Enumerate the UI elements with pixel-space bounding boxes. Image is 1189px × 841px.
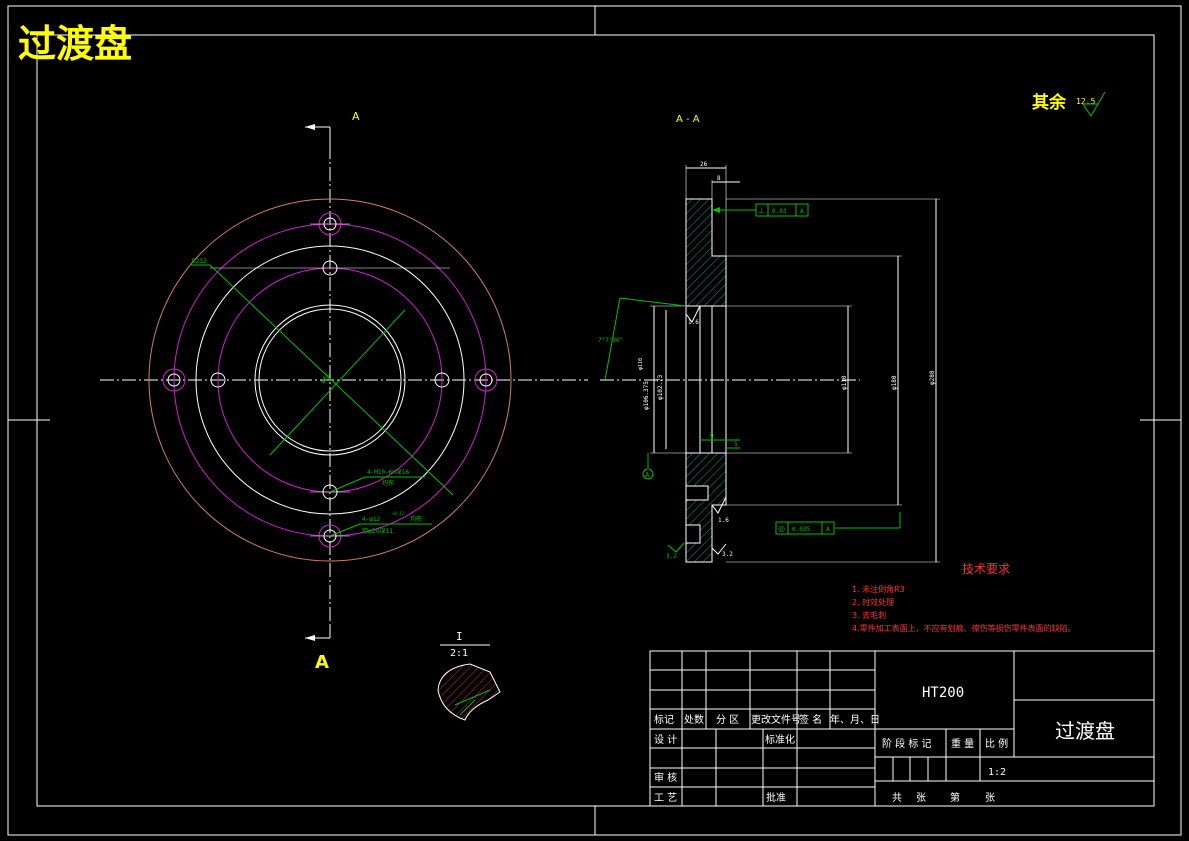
tech-req-item-4: 4.零件加工表面上，不应有划痕、擦伤等损伤零件表面的缺陷。 — [852, 623, 1076, 633]
callout-tapped-line1: 4-M10-6H深16 — [367, 468, 410, 476]
svg-text:⊥: ⊥ — [758, 206, 765, 215]
title-block-text: HT200 过渡盘 1:2 标记 处数 分 区 更改文件号 签 名 年、月、日 … — [654, 685, 1115, 804]
section-body-upper — [685, 198, 727, 307]
callout-counterbore-line2: 锪φ20深11 — [362, 527, 393, 535]
svg-text:标记: 标记 — [654, 714, 674, 726]
section-mark-top: A — [352, 110, 360, 123]
callout-tapped-line2: 均布 — [382, 479, 394, 487]
detail-label: I — [456, 630, 463, 643]
roughness-symbol-icon — [667, 542, 685, 553]
svg-text:张: 张 — [916, 792, 926, 804]
svg-text:设 计: 设 计 — [654, 733, 677, 746]
svg-text:A: A — [826, 526, 830, 533]
dim-top-step: 8 — [717, 175, 721, 182]
dim-diameter-text: R232 — [192, 258, 207, 265]
technical-requirements: 技术要求 1. 未注倒角R3 2. 时效处理 3. 去毛刺 4.零件加工表面上，… — [852, 562, 1076, 633]
tech-req-item-2: 2. 时效处理 — [852, 597, 894, 607]
tb-part-name: 过渡盘 — [1055, 719, 1115, 743]
detail-scale: 2:1 — [450, 648, 468, 659]
dim-small-step: 9 — [710, 433, 714, 440]
svg-text:◎: ◎ — [778, 524, 785, 533]
inner-border — [36, 34, 1155, 807]
dim-left-dia-1: φ106.375 — [643, 381, 650, 410]
dim-angle: 7°7'30" — [598, 337, 623, 344]
roughness-2: 1.6 — [718, 517, 729, 524]
tol-perpendicular-value: 0.02 — [772, 208, 787, 215]
svg-text:分 区: 分 区 — [716, 714, 739, 726]
callout-counterbore-line1: 4-φ12 — [362, 516, 380, 523]
svg-text:审 核: 审 核 — [654, 771, 677, 784]
dim-small-step2: 5 — [734, 441, 738, 448]
front-view: A A R232 φ65 4-M10-6H深16 均布 4-φ12 +0.12 … — [100, 110, 588, 673]
svg-text:更改文件号: 更改文件号 — [751, 713, 801, 726]
svg-text:阶 段 标 记: 阶 段 标 记 — [882, 737, 932, 750]
svg-text:第: 第 — [950, 791, 960, 804]
detail-profile — [437, 663, 501, 721]
svg-text:张: 张 — [985, 792, 995, 804]
dim-outer-diameter: φ280 — [929, 370, 936, 385]
svg-text:批准: 批准 — [766, 791, 786, 804]
svg-text:处数: 处数 — [684, 713, 704, 726]
svg-text:工 艺: 工 艺 — [654, 792, 677, 804]
section-body-lower — [685, 452, 727, 563]
section-view-title: A - A — [676, 114, 700, 125]
svg-text:共: 共 — [892, 792, 902, 804]
svg-text:年、月、日: 年、月、日 — [830, 713, 880, 726]
roughness-note-label: 其余 — [1032, 92, 1067, 113]
svg-text:比 例: 比 例 — [985, 737, 1008, 750]
section-mark-bottom: A — [315, 652, 329, 673]
roughness-note-value: 12.5 — [1076, 97, 1095, 106]
tech-req-item-3: 3. 去毛刺 — [852, 610, 886, 620]
tol-concentric-value: 0.025 — [792, 526, 810, 533]
dim-left-dia-2: φ110 — [638, 358, 644, 370]
svg-text:签 名: 签 名 — [799, 713, 822, 726]
tb-material: HT200 — [922, 685, 964, 701]
callout-counterbore-tol: +0.12 — [392, 511, 405, 516]
dim-left-dia-3: φ102.73 — [657, 374, 664, 400]
tech-req-heading: 技术要求 — [962, 562, 1010, 576]
dim-top-width: 26 — [700, 161, 708, 168]
section-view: A - A 26 8 ⊥ 0.02 A φ280 φ180 φ110 ◎ 0.0… — [598, 114, 940, 563]
callout-counterbore-suffix: 均布 — [410, 515, 422, 523]
dim-line-center — [269, 309, 406, 456]
detail-view: I 2:1 — [437, 630, 501, 721]
tech-req-item-1: 1. 未注倒角R3 — [852, 584, 905, 594]
dim-bore-diameter: φ110 — [841, 375, 848, 390]
svg-text:A: A — [800, 208, 804, 215]
roughness-1: 1.6 — [688, 319, 699, 326]
dim-mid-diameter: φ180 — [891, 375, 898, 390]
roughness-3: 3.2 — [666, 553, 677, 560]
tb-scale: 1:2 — [988, 767, 1006, 778]
roughness-4: 3.2 — [722, 551, 733, 558]
datum-label: A — [645, 471, 650, 479]
svg-text:重 量: 重 量 — [951, 737, 974, 750]
outer-border — [7, 5, 1182, 836]
drawing-title: 过渡盘 — [18, 22, 132, 66]
svg-text:标准化: 标准化 — [765, 733, 795, 746]
roughness-symbol-icon — [1082, 91, 1106, 117]
